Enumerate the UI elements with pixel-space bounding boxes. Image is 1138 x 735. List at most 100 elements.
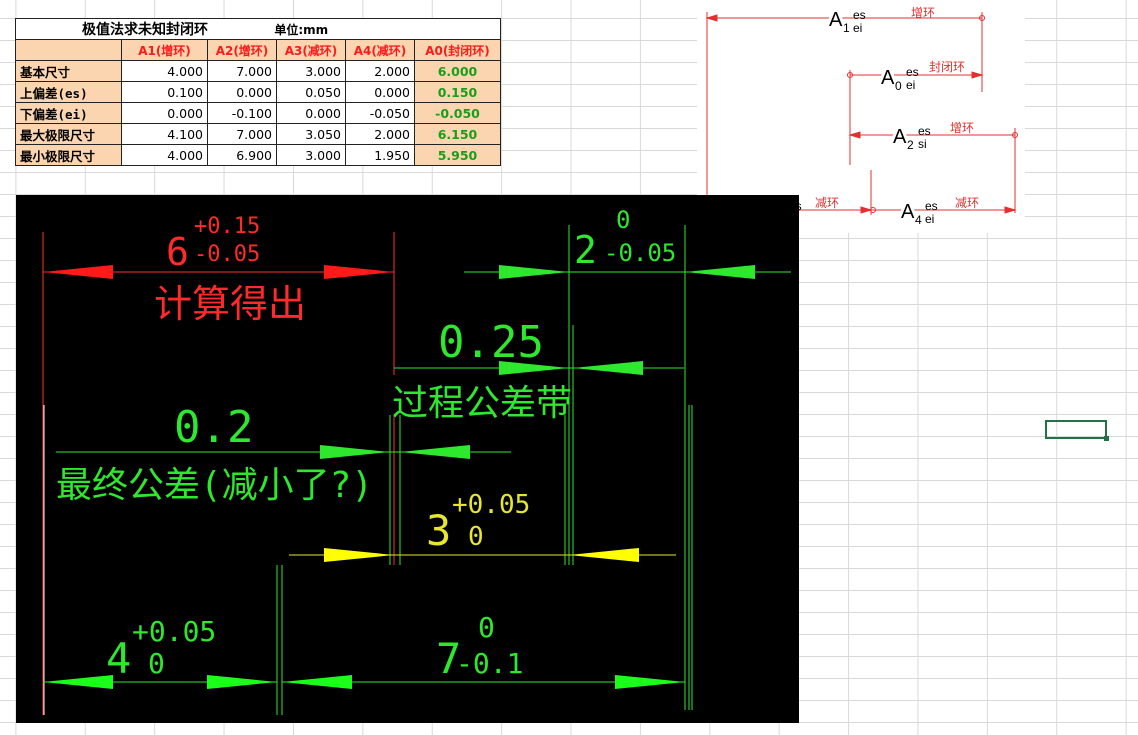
- process-note: 过程公差带: [392, 383, 572, 424]
- header-cell[interactable]: A3(减环): [276, 39, 346, 61]
- svg-text:A: A: [893, 126, 907, 148]
- header-cell[interactable]: A1(增环): [121, 39, 208, 61]
- cell[interactable]: 0.050: [276, 81, 346, 103]
- svg-text:增环: 增环: [950, 121, 974, 135]
- label-a0: A 0 es ei 封闭环: [878, 60, 965, 93]
- calc-note: 计算得出: [154, 282, 306, 326]
- cell[interactable]: 4.000: [121, 60, 208, 82]
- result-cell[interactable]: 6.000: [414, 60, 501, 82]
- header-cell[interactable]: A0(封闭环): [414, 39, 501, 61]
- dim2-base: 2: [574, 228, 597, 272]
- cell[interactable]: 3.000: [276, 144, 346, 166]
- calc-table: 极值法求未知封闭环 单位:mm A1(增环) A2(增环) A3(减环) A4(…: [15, 18, 501, 166]
- arrow-icon: [324, 548, 394, 562]
- svg-text:si: si: [918, 137, 927, 151]
- dim6-base: 6: [166, 230, 189, 274]
- svg-text:增环: 增环: [911, 6, 935, 20]
- table-row: 基本尺寸 4.000 7.000 3.000 2.000 6.000: [15, 60, 501, 82]
- dim4-upper: +0.05: [132, 615, 216, 648]
- final-note: 最终公差(减小了?): [56, 465, 373, 506]
- svg-text:es: es: [906, 65, 919, 79]
- cell[interactable]: 3.050: [276, 123, 346, 145]
- header-cell[interactable]: A2(增环): [207, 39, 277, 61]
- svg-text:ei: ei: [925, 212, 934, 226]
- dim7-lower: -0.1: [456, 647, 523, 680]
- label-a4: A 4 es ei 减环: [898, 196, 979, 227]
- svg-text:es: es: [918, 124, 931, 138]
- cell[interactable]: 0.000: [276, 102, 346, 124]
- row-label[interactable]: 最小极限尺寸: [15, 144, 122, 166]
- arrow-icon: [320, 445, 390, 459]
- cad-svg: 6 +0.15 -0.05 计算得出 2 0 -0.05 0.25 过程公差带 …: [42, 206, 791, 715]
- svg-text:4: 4: [915, 213, 922, 227]
- svg-text:减环: 减环: [815, 196, 839, 210]
- cell[interactable]: -0.050: [345, 102, 415, 124]
- dim6-lower: -0.05: [194, 242, 260, 267]
- arrow-icon: [207, 675, 277, 689]
- process-value: 0.25: [438, 317, 544, 368]
- header-cell[interactable]: [15, 39, 122, 61]
- svg-text:es: es: [853, 8, 866, 22]
- cell[interactable]: -0.100: [207, 102, 277, 124]
- table-title-cell[interactable]: 极值法求未知封闭环 单位:mm: [15, 18, 501, 40]
- cell[interactable]: 1.950: [345, 144, 415, 166]
- arrow-icon: [282, 675, 352, 689]
- dim4-base: 4: [106, 634, 131, 683]
- cell[interactable]: 7.000: [207, 60, 277, 82]
- cell[interactable]: 4.100: [121, 123, 208, 145]
- result-cell[interactable]: 0.150: [414, 81, 501, 103]
- cell[interactable]: 0.000: [207, 81, 277, 103]
- arrow-icon: [615, 675, 685, 689]
- dim3-base: 3: [426, 506, 451, 555]
- cell[interactable]: 2.000: [345, 123, 415, 145]
- table-title-row: 极值法求未知封闭环 单位:mm: [15, 18, 501, 40]
- final-value: 0.2: [174, 402, 253, 453]
- label-a2: A 2 es si 增环: [890, 121, 974, 152]
- dim3-upper: +0.05: [452, 490, 530, 520]
- table-row: 最大极限尺寸 4.100 7.000 3.050 2.000 6.150: [15, 123, 501, 145]
- svg-text:减环: 减环: [955, 196, 979, 210]
- cell[interactable]: 4.000: [121, 144, 208, 166]
- svg-text:2: 2: [907, 138, 914, 152]
- svg-text:ei: ei: [853, 21, 862, 35]
- table-row: 下偏差(ei) 0.000 -0.100 0.000 -0.050 -0.050: [15, 102, 501, 124]
- result-cell[interactable]: 6.150: [414, 123, 501, 145]
- result-cell[interactable]: 5.950: [414, 144, 501, 166]
- cell[interactable]: 2.000: [345, 60, 415, 82]
- svg-text:A: A: [829, 9, 843, 31]
- svg-text:ei: ei: [906, 78, 915, 92]
- result-cell[interactable]: -0.050: [414, 102, 501, 124]
- dim7-upper: 0: [478, 611, 495, 644]
- arrow-icon: [499, 265, 569, 279]
- row-label[interactable]: 下偏差(ei): [15, 102, 122, 124]
- dim2-upper: 0: [616, 206, 630, 234]
- cad-drawing[interactable]: 6 +0.15 -0.05 计算得出 2 0 -0.05 0.25 过程公差带 …: [16, 195, 799, 723]
- dim3-lower: 0: [468, 522, 484, 552]
- cell[interactable]: 3.000: [276, 60, 346, 82]
- svg-text:A: A: [881, 67, 895, 89]
- row-label[interactable]: 最大极限尺寸: [15, 123, 122, 145]
- cell[interactable]: 0.100: [121, 81, 208, 103]
- row-label[interactable]: 基本尺寸: [15, 60, 122, 82]
- svg-text:1: 1: [843, 21, 850, 35]
- cell[interactable]: 0.000: [121, 102, 208, 124]
- arrow-icon: [43, 675, 113, 689]
- dim2-lower: -0.05: [604, 239, 676, 267]
- cell[interactable]: 0.000: [345, 81, 415, 103]
- cell[interactable]: 6.900: [207, 144, 277, 166]
- fill-handle[interactable]: [1104, 436, 1109, 441]
- arrow-icon: [573, 361, 643, 375]
- cell[interactable]: 7.000: [207, 123, 277, 145]
- header-row: A1(增环) A2(增环) A3(减环) A4(减环) A0(封闭环): [15, 39, 501, 61]
- dim4-lower: 0: [148, 647, 165, 680]
- svg-text:es: es: [925, 199, 938, 213]
- header-cell[interactable]: A4(减环): [345, 39, 415, 61]
- arrow-icon: [400, 445, 470, 459]
- table-unit: 单位:mm: [274, 23, 329, 37]
- dim6-upper: +0.15: [194, 214, 260, 239]
- svg-text:A: A: [901, 201, 915, 223]
- active-cell-selection[interactable]: [1045, 420, 1107, 439]
- svg-text:封闭环: 封闭环: [929, 60, 965, 74]
- arrow-icon: [685, 265, 755, 279]
- row-label[interactable]: 上偏差(es): [15, 81, 122, 103]
